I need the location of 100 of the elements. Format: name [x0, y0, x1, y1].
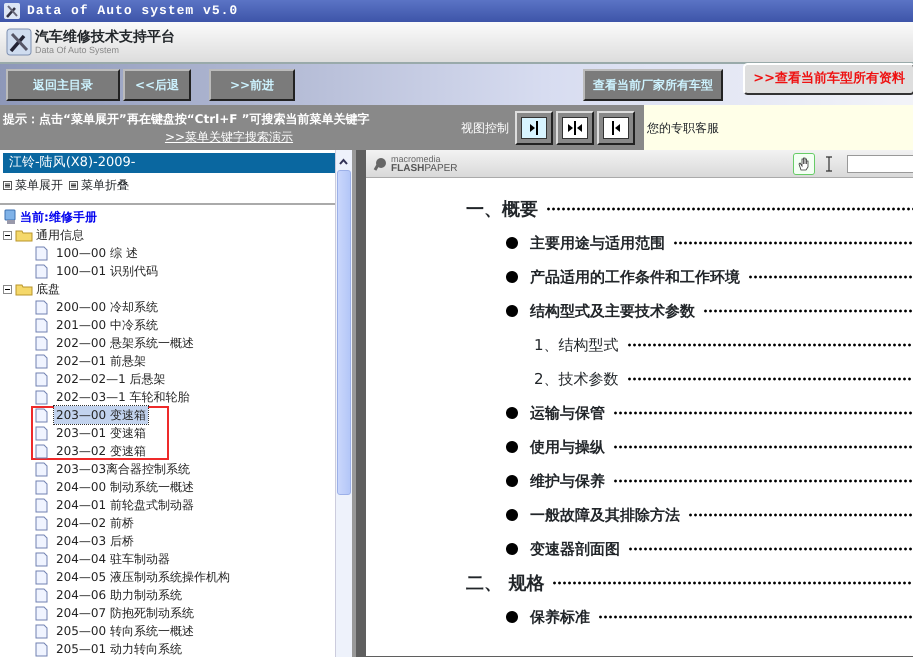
document-icon: [35, 426, 48, 440]
bullet-icon: [506, 305, 518, 317]
bullet-icon: [506, 509, 518, 521]
view-button[interactable]: [556, 110, 594, 144]
bullet-icon: [506, 441, 518, 453]
toc-entry[interactable]: 维护与保养: [530, 470, 605, 492]
tree-item[interactable]: 205—01 动力转向系统: [54, 640, 184, 657]
demo-link[interactable]: >>菜单关键字搜索演示: [164, 130, 294, 144]
tree-item[interactable]: 204—02 前桥: [54, 514, 136, 532]
flashpaper-logo-icon: [372, 156, 388, 170]
hint-text: 提示：点击“菜单展开”再在键盘按“Ctrl+F ”可搜索当前菜单关键字: [3, 110, 371, 128]
toc-entry[interactable]: 产品适用的工作条件和工作环境: [530, 266, 740, 288]
tree-item[interactable]: 202—02—1 后悬架: [54, 370, 168, 388]
document-icon: [35, 642, 48, 656]
toc-entry[interactable]: 一般故障及其排除方法: [530, 504, 680, 526]
bullet-icon: [506, 407, 518, 419]
document-icon: [35, 300, 48, 314]
tree-item[interactable]: 203—01 变速箱: [54, 424, 148, 442]
tree-item[interactable]: 200—00 冷却系统: [54, 298, 160, 316]
view-button[interactable]: [597, 110, 635, 144]
toc-entry[interactable]: 结构型式及主要技术参数: [530, 300, 695, 322]
document-icon: [35, 372, 48, 386]
bullet-icon: [506, 611, 518, 623]
tree-item[interactable]: 100—01 识别代码: [54, 262, 160, 280]
document-icon: [35, 408, 48, 422]
view-button[interactable]: [515, 110, 553, 144]
nav-button[interactable]: <<后退: [123, 68, 191, 100]
search-field[interactable]: [847, 154, 913, 172]
vehicle-title: 江铃-陆风(X8)-2009-: [3, 153, 335, 173]
toc-entry[interactable]: 1、结构型式: [534, 334, 619, 356]
app-title: 汽车维修技术支持平台: [35, 29, 175, 45]
toc-entry[interactable]: 运输与保管: [530, 402, 605, 424]
tree-item[interactable]: 202—01 前悬架: [54, 352, 148, 370]
document-icon: [35, 552, 48, 566]
document-icon: [35, 318, 48, 332]
app-subtitle: Data Of Auto System: [35, 45, 120, 55]
tree-item[interactable]: 204—06 助力制动系统: [54, 586, 184, 604]
document-icon: [35, 498, 48, 512]
toc-entry[interactable]: 2、技术参数: [534, 368, 619, 390]
service-text: 您的专职客服: [647, 120, 719, 136]
tree-item[interactable]: 203—00 变速箱: [54, 406, 148, 424]
tree-item[interactable]: 203—02 变速箱: [54, 442, 148, 460]
toc-entry[interactable]: 保养标准: [530, 606, 590, 628]
tree-item[interactable]: 204—00 制动系统一概述: [54, 478, 196, 496]
document-icon: [35, 534, 48, 548]
bullet-icon: [506, 543, 518, 555]
document-icon: [35, 480, 48, 494]
view-models-button[interactable]: 查看当前厂家所有车型: [583, 68, 724, 100]
section-heading[interactable]: 二、 规格: [466, 570, 544, 596]
scrollbar[interactable]: [335, 150, 352, 657]
list-icon: [69, 180, 78, 190]
menu-action-link[interactable]: 菜单展开: [15, 176, 63, 194]
collapse-icon[interactable]: [3, 284, 12, 294]
document-icon: [35, 336, 48, 350]
bullet-icon: [506, 475, 518, 487]
split-view-icon: [566, 118, 584, 136]
brand-text: macromedia: [391, 154, 442, 164]
document-icon: [35, 390, 48, 404]
view-label: 视图控制: [461, 120, 509, 136]
document-icon: [35, 570, 48, 584]
tree-item[interactable]: 204—01 前轮盘式制动器: [54, 496, 196, 514]
brand-name: FLASHPAPER: [391, 164, 458, 172]
tree-item[interactable]: 204—04 驻车制动器: [54, 550, 172, 568]
document-icon: [35, 462, 48, 476]
toc-entry[interactable]: 主要用途与适用范围: [530, 232, 665, 254]
tree-item[interactable]: 204—05 液压制动系统操作机构: [54, 568, 232, 586]
document-icon: [35, 624, 48, 638]
collapse-icon[interactable]: [3, 230, 12, 240]
toc-entry[interactable]: 变速器剖面图: [530, 538, 620, 560]
document-icon: [35, 444, 48, 458]
document-icon: [35, 516, 48, 530]
tree-item[interactable]: 204—07 防抱死制动系统: [54, 604, 196, 622]
document-icon: [35, 588, 48, 602]
document-icon: [35, 246, 48, 260]
tree-item[interactable]: 204—03 后桥: [54, 532, 136, 550]
list-icon: [3, 180, 12, 190]
computer-icon: [3, 209, 17, 225]
tree-item[interactable]: 201—00 中冷系统: [54, 316, 160, 334]
tree-item[interactable]: 202—00 悬架系统一概述: [54, 334, 196, 352]
folder-label[interactable]: 通用信息: [36, 226, 84, 244]
nav-button[interactable]: 返回主目录: [6, 68, 120, 100]
menu-action-link[interactable]: 菜单折叠: [81, 176, 129, 194]
tree-item[interactable]: 203—03离合器控制系统: [54, 460, 192, 478]
document-icon: [35, 264, 48, 278]
text-cursor-icon[interactable]: [825, 156, 833, 172]
tree-item[interactable]: 202—03—1 车轮和轮胎: [54, 388, 192, 406]
section-heading[interactable]: 一、概要: [466, 196, 538, 222]
tools-icon: [3, 2, 21, 20]
bullet-icon: [506, 271, 518, 283]
tools-icon: [6, 28, 32, 56]
tree-item[interactable]: 205—00 转向系统一概述: [54, 622, 196, 640]
window-title: Data of Auto system v5.0: [27, 2, 238, 20]
folder-label[interactable]: 底盘: [36, 280, 60, 298]
toc-entry[interactable]: 使用与操纵: [530, 436, 605, 458]
document-icon: [35, 606, 48, 620]
folder-icon: [15, 282, 33, 296]
nav-button[interactable]: >>前进: [209, 68, 295, 100]
folder-icon: [15, 228, 33, 242]
hand-tool-button[interactable]: [793, 152, 815, 174]
tree-item[interactable]: 100—00 综 述: [54, 244, 140, 262]
